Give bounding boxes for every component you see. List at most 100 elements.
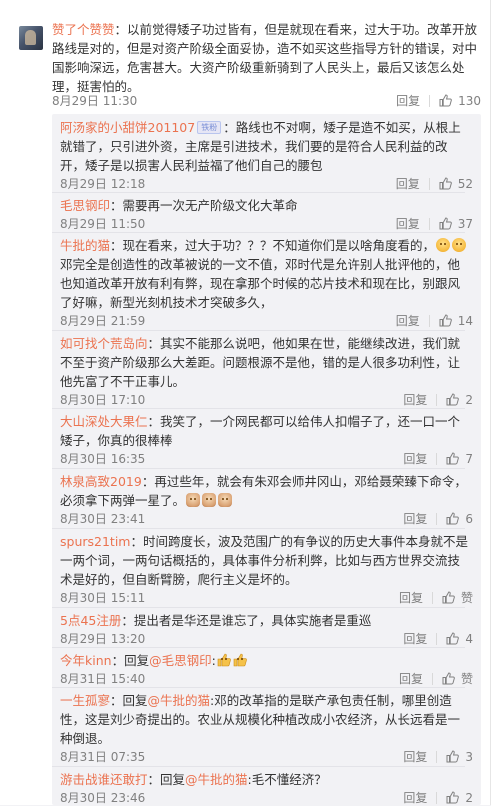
- reply-button[interactable]: 回复: [396, 215, 420, 232]
- reply-time: 8月31日 15:40: [60, 672, 146, 686]
- main-comment-body: 赞了个赞赞：以前觉得矮子功过皆有，但是就现在看来，过大于功。改革开放路线是对的，…: [52, 20, 480, 96]
- main-comment: 赞了个赞赞：以前觉得矮子功过皆有，但是就现在看来，过大于功。改革开放路线是对的，…: [15, 0, 481, 110]
- comment-panel: 赞了个赞赞：以前觉得矮子功过皆有，但是就现在看来，过大于功。改革开放路线是对的，…: [0, 0, 491, 805]
- reply-button[interactable]: 回复: [399, 670, 423, 687]
- thumbs-up-icon[interactable]: [446, 750, 460, 763]
- reply-actions: 回复 赞: [399, 589, 473, 606]
- reply-actions: 回复 37: [396, 215, 473, 232]
- thumbs-up-icon[interactable]: [446, 791, 460, 804]
- like-count: 14: [457, 313, 473, 328]
- reply-username[interactable]: 游击战谁还敢打: [60, 772, 148, 787]
- reply-prefix: ：回复: [111, 653, 150, 668]
- reply-body: 今年kinn：回复@毛思钢印:: [60, 651, 468, 670]
- thumbs-up-icon[interactable]: [442, 672, 455, 685]
- divider: [436, 632, 438, 645]
- reply-button[interactable]: 回复: [396, 312, 420, 329]
- like-count: 130: [458, 93, 481, 108]
- fan-badge: 铁粉: [197, 121, 222, 134]
- reply-username[interactable]: spurs21tim: [60, 534, 130, 549]
- doge-emoji-icon: [202, 493, 217, 507]
- like-count: 52: [457, 176, 473, 191]
- reply-body: 5点45注册：提出者是华还是谁忘了，具体实施者是重巡: [60, 611, 468, 630]
- reply-body: 毛思钢印：需要再一次无产阶级文化大革命: [60, 196, 468, 215]
- reply-divider: [52, 330, 465, 331]
- divider: [436, 512, 438, 525]
- comment-username[interactable]: 赞了个赞赞: [52, 22, 115, 37]
- reply-divider: [52, 687, 465, 688]
- smile-emoji-icon: [452, 238, 467, 252]
- reply-divider: [52, 408, 465, 409]
- reply-button[interactable]: 回复: [403, 789, 427, 806]
- reply-time: 8月31日 07:35: [60, 750, 146, 764]
- reply-actions: 回复 6: [403, 510, 473, 527]
- reply-item: 阿汤家的小甜饼201107 铁粉 ：路线也不对啊，矮子是造不如买，从根上就错了，只引…: [60, 118, 473, 191]
- reply-body: 一生孤寥：回复@牛批的猫:邓的改革指的是联产承包责任制，哪里创造性，这是刘少奇提…: [60, 691, 468, 748]
- reply-body: 游击战谁还敢打：回复@牛批的猫:毛不懂经济？: [60, 770, 468, 789]
- reply-divider: [52, 528, 465, 529]
- reply-username[interactable]: 今年kinn: [60, 653, 112, 668]
- doge-emoji-icon: [186, 493, 201, 507]
- thumbs-up-emoji-icon: [217, 653, 231, 667]
- reply-button[interactable]: 回复: [403, 391, 427, 408]
- reply-username[interactable]: 林泉高致2019: [60, 474, 142, 489]
- reply-prefix: ：回复: [110, 693, 148, 708]
- thumbs-up-icon[interactable]: [446, 512, 460, 525]
- thumbs-up-icon[interactable]: [439, 177, 452, 190]
- thumbs-up-icon[interactable]: [439, 94, 452, 107]
- reply-button[interactable]: 回复: [403, 630, 427, 647]
- reply-username[interactable]: 如可找个荒岛向: [60, 336, 148, 351]
- reply-actions: 回复 3: [403, 748, 473, 765]
- comment-text: ：以前觉得矮子功过皆有，但是就现在看来，过大于功。改革开放路线是对的，但是对资产…: [52, 22, 478, 94]
- reply-button[interactable]: 回复: [403, 510, 427, 527]
- reply-time: 8月30日 23:41: [60, 512, 146, 526]
- reply-actions: 回复 2: [403, 391, 473, 408]
- reply-button[interactable]: 回复: [396, 175, 420, 192]
- avatar[interactable]: [19, 26, 43, 50]
- reply-item: 林泉高致2019：再过些年，就会有朱邓会师井冈山，邓给聂荣臻下命令，必须拿下两弹…: [60, 472, 473, 526]
- reply-username[interactable]: 阿汤家的小甜饼201107: [60, 120, 195, 135]
- mention-link[interactable]: @牛批的猫: [148, 693, 211, 708]
- divider: [428, 314, 430, 327]
- reply-button[interactable]: 回复: [403, 450, 427, 467]
- thumbs-up-icon[interactable]: [446, 632, 460, 645]
- mention-link[interactable]: @牛批的猫: [185, 772, 248, 787]
- mention-link[interactable]: @毛思钢印: [149, 653, 212, 668]
- reply-item: 今年kinn：回复@毛思钢印: 8月31日 15:40 回复 赞: [60, 651, 473, 686]
- thumbs-up-icon[interactable]: [439, 217, 452, 230]
- reply-body: 大山深处大果仁：我笑了，一介网民都可以给伟人扣帽子了，还一口一个矮子，你真的很棒…: [60, 412, 468, 450]
- reply-button[interactable]: 回复: [403, 748, 427, 765]
- doge-emoji-icon: [218, 493, 233, 507]
- divider: [429, 94, 431, 107]
- reply-text: :: [211, 653, 216, 668]
- divider: [428, 217, 430, 230]
- reply-username[interactable]: 大山深处大果仁: [60, 414, 148, 429]
- reply-username[interactable]: 一生孤寥: [60, 693, 110, 708]
- reply-button[interactable]: 回复: [399, 589, 423, 606]
- reply-text: ：现在看来，过大于功？？？不知道你们是以啥角度看的，: [110, 238, 436, 253]
- divider: [431, 591, 433, 604]
- reply-text: :毛不懂经济？: [247, 772, 327, 787]
- divider: [428, 177, 430, 190]
- reply-body: 阿汤家的小甜饼201107 铁粉 ：路线也不对啊，矮子是造不如买，从根上就错了，只引…: [60, 118, 468, 175]
- reply-body: 牛批的猫：现在看来，过大于功？？？不知道你们是以啥角度看的， 邓完全是创造性的改革…: [60, 236, 468, 312]
- reply-item: 牛批的猫：现在看来，过大于功？？？不知道你们是以啥角度看的， 邓完全是创造性的改革…: [60, 236, 473, 328]
- like-count: 2: [465, 790, 473, 805]
- reply-time: 8月30日 15:11: [60, 591, 146, 605]
- thumbs-up-icon[interactable]: [442, 591, 455, 604]
- reply-username[interactable]: 牛批的猫: [60, 238, 110, 253]
- reply-body: 林泉高致2019：再过些年，就会有朱邓会师井冈山，邓给聂荣臻下命令，必须拿下两弹…: [60, 472, 468, 510]
- reply-divider: [52, 468, 465, 469]
- reply-text: ：提出者是华还是谁忘了，具体实施者是重巡: [121, 613, 372, 628]
- like-count: 3: [465, 749, 473, 764]
- thumbs-up-icon[interactable]: [446, 452, 460, 465]
- like-count: 赞: [460, 591, 473, 605]
- reply-username[interactable]: 5点45注册: [60, 613, 121, 628]
- reply-button[interactable]: 回复: [396, 92, 420, 109]
- reply-item: 如可找个荒岛向：其实不能那么说吧，他如果在世，能继续改进，我们就不至于资产阶级那…: [60, 334, 473, 407]
- thumbs-up-icon[interactable]: [439, 314, 452, 327]
- reply-username[interactable]: 毛思钢印: [60, 198, 110, 213]
- thumbs-up-icon[interactable]: [446, 393, 460, 406]
- like-count: 2: [465, 392, 473, 407]
- divider: [431, 672, 433, 685]
- thumbs-up-emoji-icon: [233, 653, 247, 667]
